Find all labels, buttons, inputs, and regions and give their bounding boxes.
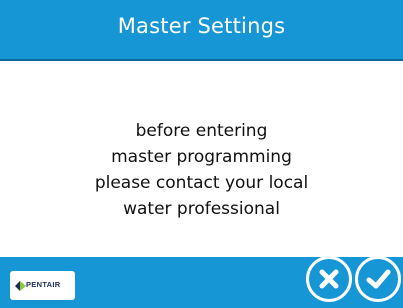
info-message: before entering master programming pleas… xyxy=(0,118,403,222)
message-line: before entering xyxy=(135,121,268,141)
pentair-diamond-icon xyxy=(15,281,26,291)
logo-text: PENTAIR xyxy=(26,280,61,289)
page-title: Master Settings xyxy=(117,14,286,38)
message-line: please contact your local xyxy=(94,173,309,193)
close-icon xyxy=(319,269,339,289)
header-bar: Master Settings xyxy=(0,0,403,61)
master-settings-screen: Master Settings before entering master p… xyxy=(0,0,403,308)
cancel-button[interactable] xyxy=(306,256,352,302)
pentair-logo: PENTAIR xyxy=(10,271,75,300)
checkmark-icon xyxy=(366,269,391,289)
message-line: master programming xyxy=(111,147,292,167)
message-line: water professional xyxy=(123,199,280,219)
confirm-button[interactable] xyxy=(355,256,401,302)
